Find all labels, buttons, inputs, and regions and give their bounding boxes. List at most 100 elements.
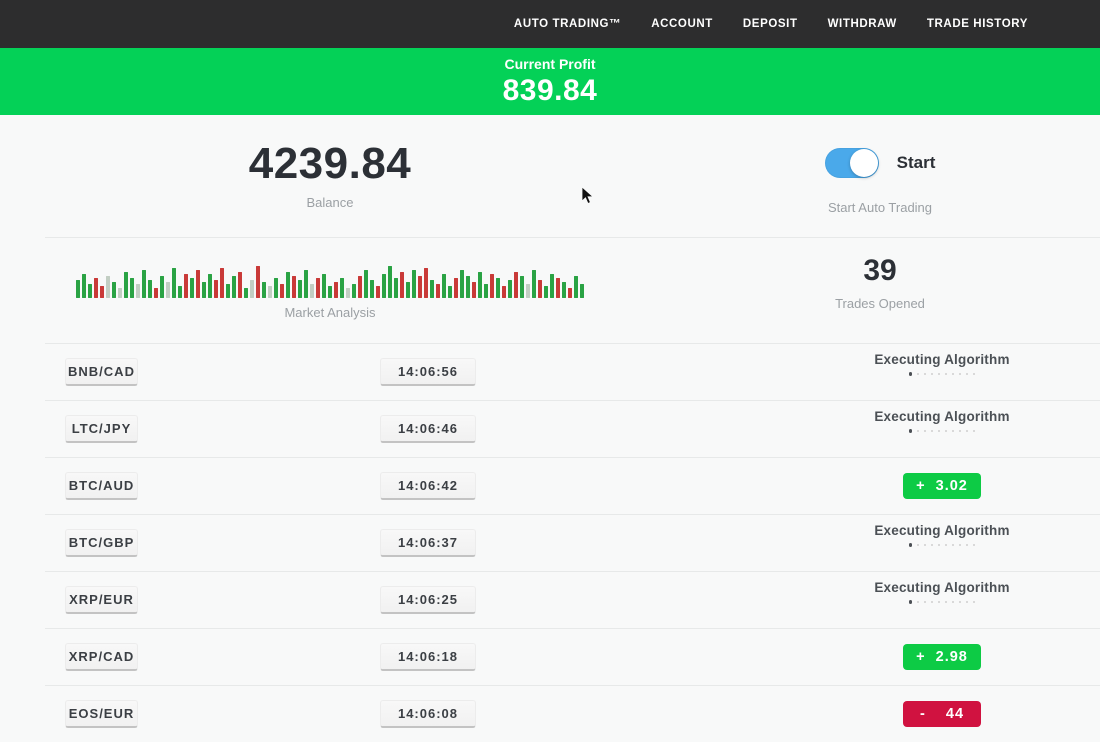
market-analysis-block: Market Analysis xyxy=(0,238,660,343)
progress-dot xyxy=(931,544,934,547)
progress-dot xyxy=(917,430,920,433)
market-bar xyxy=(382,274,386,298)
market-bar xyxy=(340,278,344,298)
market-bar xyxy=(304,270,308,298)
trade-status-cell: Executing Algorithm xyxy=(807,580,1077,604)
auto-trading-toggle[interactable] xyxy=(825,148,879,178)
market-bar xyxy=(424,268,428,298)
market-bar xyxy=(430,280,434,298)
toggle-knob xyxy=(850,149,878,177)
nav-deposit[interactable]: DEPOSIT xyxy=(743,18,798,30)
progress-dot xyxy=(966,544,969,547)
progress-dot xyxy=(952,601,955,604)
time-chip[interactable]: 14:06:08 xyxy=(380,700,476,728)
market-bar xyxy=(490,274,494,298)
progress-dot xyxy=(909,429,913,433)
progress-dots xyxy=(807,372,1077,376)
pair-chip[interactable]: BNB/CAD xyxy=(65,358,138,386)
progress-dot xyxy=(966,373,969,376)
nav-account[interactable]: ACCOUNT xyxy=(651,18,713,30)
market-bar xyxy=(538,280,542,298)
progress-dot xyxy=(945,544,948,547)
market-bar xyxy=(172,268,176,298)
market-bar xyxy=(580,284,584,298)
market-bar xyxy=(400,272,404,298)
time-chip[interactable]: 14:06:46 xyxy=(380,415,476,443)
executing-algorithm-label: Executing Algorithm xyxy=(807,352,1077,367)
trade-row: BTC/AUD 14:06:42 + 3.02 xyxy=(45,457,1100,514)
progress-dot xyxy=(945,601,948,604)
trade-status-cell: + 2.98 xyxy=(807,637,1077,670)
market-bar xyxy=(460,270,464,298)
balance-block: 4239.84 Balance xyxy=(0,115,660,237)
trade-status-cell: Executing Algorithm xyxy=(807,352,1077,376)
nav-trade-history[interactable]: TRADE HISTORY xyxy=(927,18,1028,30)
progress-dot xyxy=(945,373,948,376)
market-bar xyxy=(310,284,314,298)
nav-withdraw[interactable]: WITHDRAW xyxy=(828,18,897,30)
market-bar xyxy=(178,286,182,298)
market-bar xyxy=(484,284,488,298)
market-bar xyxy=(160,276,164,298)
balance-value: 4239.84 xyxy=(249,139,412,189)
progress-dot xyxy=(938,544,941,547)
pair-chip[interactable]: EOS/EUR xyxy=(65,700,138,728)
market-bar xyxy=(346,288,350,298)
market-bar xyxy=(502,286,506,298)
market-bar xyxy=(316,278,320,298)
mouse-cursor xyxy=(581,186,595,206)
progress-dot xyxy=(973,601,976,604)
time-chip[interactable]: 14:06:18 xyxy=(380,643,476,671)
market-bar xyxy=(466,276,470,298)
market-bar xyxy=(256,266,260,298)
progress-dot xyxy=(909,543,913,547)
trade-row: BTC/GBP 14:06:37 Executing Algorithm xyxy=(45,514,1100,571)
market-bar xyxy=(232,276,236,298)
market-bar xyxy=(262,282,266,298)
market-bar xyxy=(100,286,104,298)
market-bar xyxy=(286,272,290,298)
progress-dot xyxy=(973,373,976,376)
market-bar xyxy=(562,282,566,298)
pair-chip[interactable]: LTC/JPY xyxy=(65,415,138,443)
trades-opened-block: 39 Trades Opened xyxy=(660,238,1100,343)
market-bar xyxy=(514,272,518,298)
trade-status-cell: Executing Algorithm xyxy=(807,523,1077,547)
progress-dot xyxy=(973,544,976,547)
progress-dot xyxy=(959,373,962,376)
time-chip[interactable]: 14:06:25 xyxy=(380,586,476,614)
progress-dot xyxy=(917,544,920,547)
current-profit-value: 839.84 xyxy=(503,74,598,108)
market-bar xyxy=(520,276,524,298)
progress-dot xyxy=(924,373,927,376)
pair-chip[interactable]: XRP/EUR xyxy=(65,586,138,614)
pair-chip[interactable]: BTC/AUD xyxy=(65,472,138,500)
time-chip[interactable]: 14:06:37 xyxy=(380,529,476,557)
market-bar xyxy=(550,274,554,298)
market-bar xyxy=(442,274,446,298)
market-bar xyxy=(436,284,440,298)
market-bar xyxy=(220,268,224,298)
market-bar xyxy=(544,286,548,298)
time-chip[interactable]: 14:06:56 xyxy=(380,358,476,386)
market-bar xyxy=(472,282,476,298)
market-bar xyxy=(394,278,398,298)
market-bar xyxy=(226,284,230,298)
market-bar xyxy=(166,282,170,298)
market-bar xyxy=(184,274,188,298)
current-profit-label: Current Profit xyxy=(505,56,596,72)
pair-chip[interactable]: BTC/GBP xyxy=(65,529,138,557)
market-bar xyxy=(214,280,218,298)
progress-dot xyxy=(924,601,927,604)
market-bar xyxy=(556,278,560,298)
time-chip[interactable]: 14:06:42 xyxy=(380,472,476,500)
pair-chip[interactable]: XRP/CAD xyxy=(65,643,138,671)
market-bar xyxy=(268,286,272,298)
nav-auto-trading[interactable]: AUTO TRADING™ xyxy=(514,18,621,30)
market-bar xyxy=(118,288,122,298)
market-bar xyxy=(244,288,248,298)
progress-dot xyxy=(952,430,955,433)
progress-dot xyxy=(952,373,955,376)
progress-dots xyxy=(807,600,1077,604)
market-bar xyxy=(370,280,374,298)
